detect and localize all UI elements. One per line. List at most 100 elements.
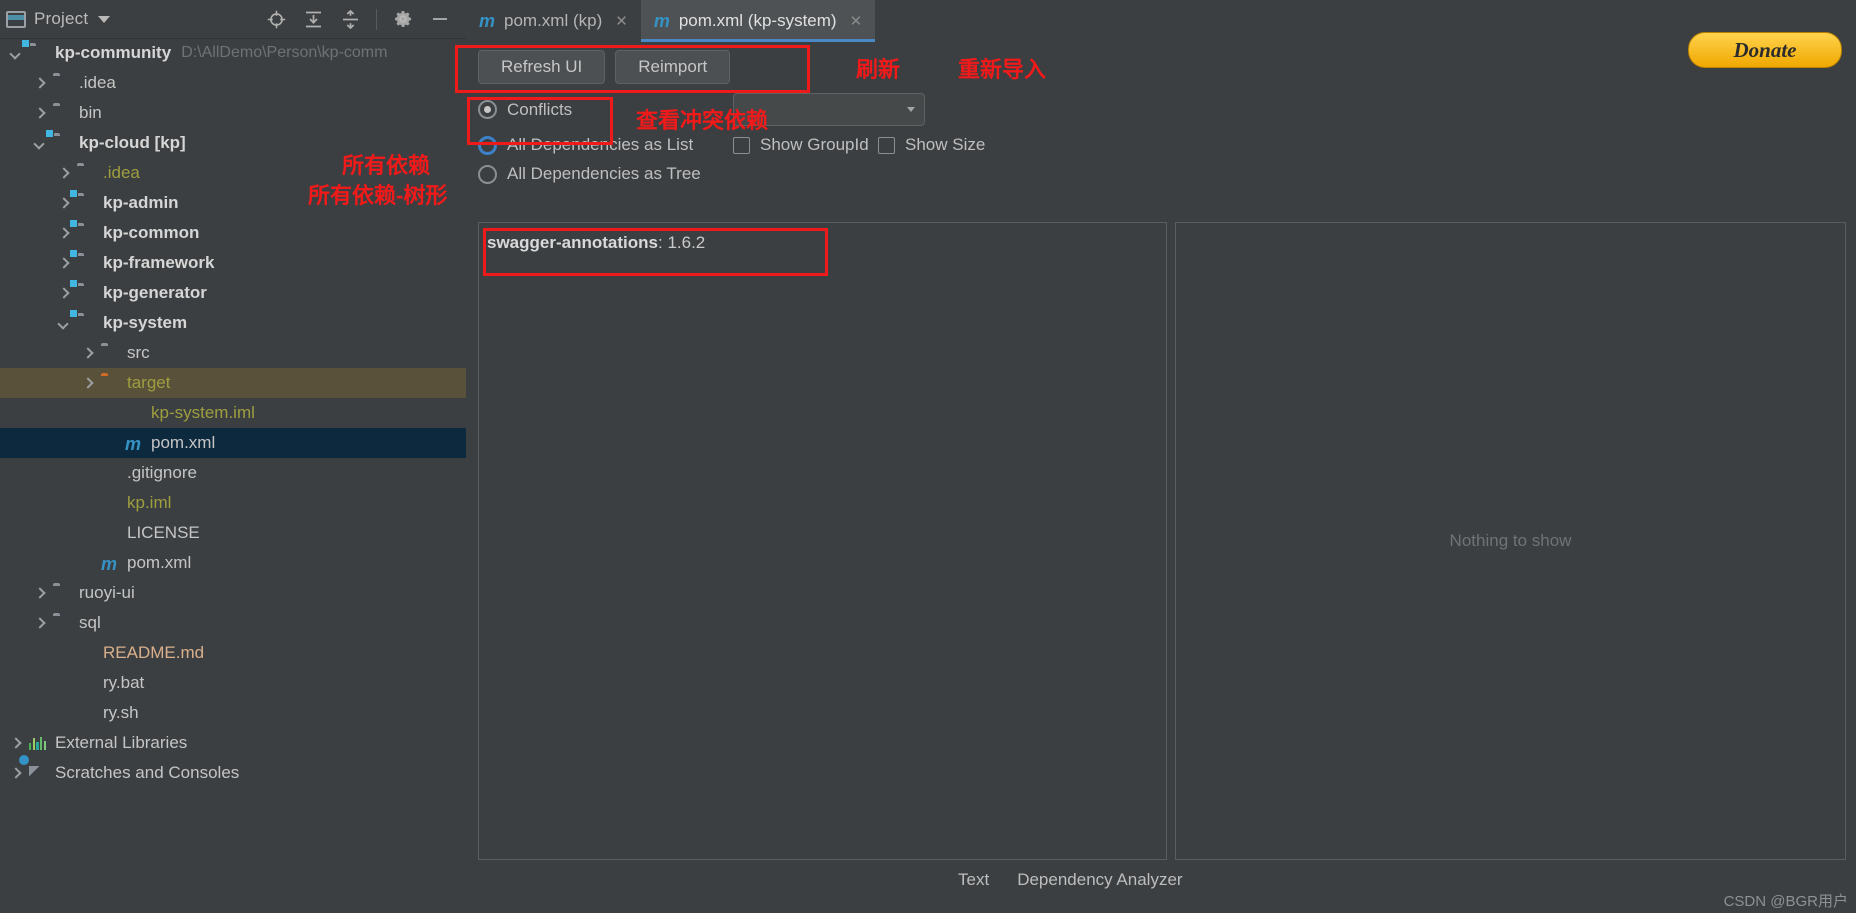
tree-node[interactable]: m pom.xml	[0, 548, 466, 578]
tree-expand-arrow[interactable]	[32, 76, 47, 91]
status-bar	[0, 892, 1856, 913]
close-icon[interactable]: ✕	[850, 12, 863, 30]
module-folder-icon	[29, 45, 48, 62]
tree-expand-arrow[interactable]	[8, 736, 23, 751]
tree-node[interactable]: .idea	[0, 68, 466, 98]
analyzer-bottom-tabs[interactable]: Text Dependency Analyzer	[932, 868, 1856, 892]
reimport-button[interactable]: Reimport	[615, 50, 731, 84]
tree-node[interactable]: ry.bat	[0, 668, 466, 698]
radio-all-dependencies-tree[interactable]: All Dependencies as Tree	[478, 164, 701, 184]
editor-tab-1[interactable]: m pom.xml (kp-system) ✕	[640, 0, 876, 42]
donate-button[interactable]: Donate	[1688, 32, 1842, 68]
tree-node-label: kp-framework	[103, 253, 215, 272]
tree-node[interactable]: kp-community D:\AllDemo\Person\kp-comm	[0, 38, 466, 68]
tree-expand-arrow[interactable]	[56, 226, 71, 241]
tree-node-label: kp-system.iml	[151, 403, 255, 422]
radio-conflicts-indicator	[478, 100, 497, 119]
tree-node[interactable]: kp.iml	[0, 488, 466, 518]
tree-node-label: kp.iml	[127, 493, 172, 512]
bottom-tab-text[interactable]: Text	[958, 870, 989, 890]
tree-expand-arrow[interactable]	[56, 256, 71, 271]
tree-node[interactable]: Scratches and Consoles	[0, 758, 466, 788]
tree-node[interactable]: m pom.xml	[0, 428, 466, 458]
editor-tab-strip[interactable]: m pom.xml (kp) ✕ m pom.xml (kp-system) ✕	[466, 0, 1856, 43]
tree-node[interactable]: ry.sh	[0, 698, 466, 728]
tree-node[interactable]: LICENSE	[0, 518, 466, 548]
dependency-list-item[interactable]: swagger-annotations: 1.6.2	[487, 233, 705, 253]
analyzer-split: swagger-annotations: 1.6.2 Nothing to sh…	[478, 222, 1846, 860]
gear-icon[interactable]	[392, 8, 414, 30]
tree-node-label: kp-community	[55, 43, 172, 62]
tree-node-label: kp-cloud [kp]	[79, 133, 186, 152]
tree-node-path: D:\AllDemo\Person\kp-comm	[181, 44, 388, 61]
tree-node-label: Scratches and Consoles	[55, 763, 240, 782]
checkbox-show-size[interactable]: Show Size	[878, 135, 985, 155]
tree-node-label: .idea	[103, 163, 140, 182]
scratches-icon	[29, 765, 48, 782]
checkbox-show-groupid[interactable]: Show GroupId	[733, 135, 878, 155]
folder-icon	[77, 165, 96, 182]
radio-conflicts-label: Conflicts	[507, 99, 573, 119]
tree-node[interactable]: ruoyi-ui	[0, 578, 466, 608]
locate-icon[interactable]	[265, 8, 287, 30]
folder-icon	[53, 105, 72, 122]
tree-node[interactable]: bin	[0, 98, 466, 128]
maven-file-icon: m	[101, 553, 118, 574]
tree-node-label: ry.bat	[103, 673, 145, 692]
toolbar-divider	[376, 8, 377, 30]
tree-node[interactable]: src	[0, 338, 466, 368]
tree-node-label: bin	[79, 103, 102, 122]
tree-expand-arrow[interactable]	[32, 136, 47, 151]
tree-node[interactable]: External Libraries	[0, 728, 466, 758]
expand-all-icon[interactable]	[302, 8, 324, 30]
tree-node[interactable]: kp-framework	[0, 248, 466, 278]
tree-expand-arrow[interactable]	[80, 376, 95, 391]
tree-node-label: .idea	[79, 73, 116, 92]
dependency-list-pane[interactable]: swagger-annotations: 1.6.2	[478, 222, 1167, 860]
maven-file-icon: m	[653, 11, 670, 31]
tree-node[interactable]: sql	[0, 608, 466, 638]
radio-all-dependencies-list[interactable]: All Dependencies as List	[478, 135, 733, 155]
radio-all-dependencies-list-indicator	[478, 135, 497, 155]
tree-node[interactable]: kp-common	[0, 218, 466, 248]
tree-expand-arrow[interactable]	[56, 316, 71, 331]
tree-expand-arrow[interactable]	[56, 166, 71, 181]
tree-expand-arrow[interactable]	[56, 196, 71, 211]
tree-node-label: sql	[79, 613, 101, 632]
collapse-all-icon[interactable]	[339, 8, 361, 30]
refresh-ui-button[interactable]: Refresh UI	[478, 50, 606, 84]
minimize-icon[interactable]	[429, 8, 451, 30]
bottom-tab-dependency-analyzer[interactable]: Dependency Analyzer	[1017, 870, 1182, 890]
tree-expand-arrow[interactable]	[8, 766, 23, 781]
tree-expand-arrow[interactable]	[32, 586, 47, 601]
chevron-down-icon[interactable]	[98, 15, 111, 23]
project-panel: Project kp-community D:\AllDemo\Person\k…	[0, 0, 466, 892]
tree-node[interactable]: kp-system.iml	[0, 398, 466, 428]
editor-tab-0[interactable]: m pom.xml (kp) ✕	[466, 0, 641, 42]
tree-expand-arrow[interactable]	[32, 616, 47, 631]
dependency-analyzer-panel: Refresh UI Reimport Conflicts All Depend…	[466, 42, 1856, 892]
gitignore-file-icon	[101, 465, 120, 482]
tree-node-label: ruoyi-ui	[79, 583, 135, 602]
tree-expand-arrow[interactable]	[80, 346, 95, 361]
radio-all-dependencies-tree-indicator	[478, 164, 497, 184]
tree-expand-arrow[interactable]	[8, 46, 23, 61]
close-icon[interactable]: ✕	[615, 12, 628, 30]
tree-node[interactable]: kp-generator	[0, 278, 466, 308]
tree-node[interactable]: kp-system	[0, 308, 466, 338]
tree-node[interactable]: target	[0, 368, 466, 398]
folder-icon	[53, 615, 72, 632]
tree-expand-arrow[interactable]	[56, 286, 71, 301]
tree-expand-arrow[interactable]	[32, 106, 47, 121]
tree-node[interactable]: MD README.md	[0, 638, 466, 668]
tree-node-label: .gitignore	[127, 463, 197, 482]
module-folder-icon	[77, 225, 96, 242]
tree-node[interactable]: .gitignore	[0, 458, 466, 488]
project-window-icon	[6, 10, 26, 28]
